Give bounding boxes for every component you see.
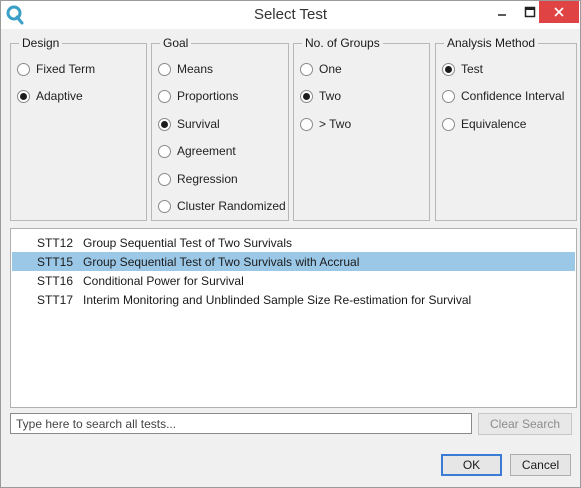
radio-button[interactable] [442,117,455,131]
radio-button[interactable] [158,62,171,76]
test-name: Group Sequential Test of Two Survivals [83,235,293,250]
test-list[interactable]: STT12 Group Sequential Test of Two Survi… [10,228,577,408]
radio-button[interactable] [300,62,313,76]
list-item-stt15[interactable]: STT15 Group Sequential Test of Two Survi… [12,252,575,271]
radio-label: Adaptive [36,89,83,103]
groups-option-one[interactable]: One [300,60,342,78]
radio-label: Confidence Interval [461,89,565,103]
goal-option-cluster-randomized[interactable]: Cluster Randomized [158,197,286,215]
radio-button[interactable] [158,117,171,131]
close-icon [554,7,564,17]
number-of-groups-group: No. of Groups One Two > Two [293,35,430,221]
radio-label: > Two [319,117,352,131]
radio-button[interactable] [158,172,171,186]
clear-search-button[interactable]: Clear Search [478,413,572,435]
radio-button[interactable] [158,89,171,103]
goal-option-means[interactable]: Means [158,60,213,78]
radio-label: Two [319,89,342,103]
radio-label: Fixed Term [36,62,96,76]
search-input[interactable] [10,413,472,434]
radio-button[interactable] [158,199,171,213]
test-name: Group Sequential Test of Two Survivals w… [83,254,360,269]
goal-option-survival[interactable]: Survival [158,115,220,133]
radio-button[interactable] [17,89,30,103]
goal-option-regression[interactable]: Regression [158,170,238,188]
number-of-groups-title: No. of Groups [302,35,383,51]
radio-button[interactable] [442,62,455,76]
test-name: Interim Monitoring and Unblinded Sample … [83,292,472,307]
radio-label: Equivalence [461,117,527,131]
radio-label: Test [461,62,484,76]
groups-option-more-than-two[interactable]: > Two [300,115,351,133]
radio-button[interactable] [158,144,171,158]
test-code: STT16 [37,273,74,288]
test-code: STT12 [37,235,74,250]
minimize-icon [498,14,506,16]
analysis-option-confidence-interval[interactable]: Confidence Interval [442,87,564,105]
select-test-dialog: Select Test Design Fixed Term Adaptive G… [0,0,581,488]
test-code: STT17 [37,292,74,307]
cancel-button[interactable]: Cancel [510,454,571,476]
radio-label: Means [177,62,214,76]
goal-option-agreement[interactable]: Agreement [158,142,236,160]
radio-button[interactable] [17,62,30,76]
design-option-fixed-term[interactable]: Fixed Term [17,60,95,78]
radio-label: Proportions [177,89,239,103]
analysis-method-group: Analysis Method Test Confidence Interval… [435,35,577,221]
close-button[interactable] [539,1,579,23]
list-item-stt16[interactable]: STT16 Conditional Power for Survival [12,271,575,290]
radio-button[interactable] [300,117,313,131]
list-item-stt12[interactable]: STT12 Group Sequential Test of Two Survi… [12,233,575,252]
radio-label: One [319,62,342,76]
title-bar: Select Test [1,1,580,29]
radio-label: Agreement [177,144,236,158]
radio-label: Regression [177,172,238,186]
test-code: STT15 [37,254,74,269]
maximize-icon [524,6,536,18]
groups-option-two[interactable]: Two [300,87,341,105]
design-group: Design Fixed Term Adaptive [10,35,147,221]
design-group-title: Design [19,35,63,51]
minimize-button[interactable] [487,1,517,23]
radio-button[interactable] [442,89,455,103]
design-option-adaptive[interactable]: Adaptive [17,87,83,105]
analysis-option-test[interactable]: Test [442,60,483,78]
goal-group-title: Goal [160,35,192,51]
analysis-option-equivalence[interactable]: Equivalence [442,115,526,133]
radio-label: Survival [177,117,220,131]
test-name: Conditional Power for Survival [83,273,244,288]
radio-button[interactable] [300,89,313,103]
analysis-method-title: Analysis Method [444,35,539,51]
list-item-stt17[interactable]: STT17 Interim Monitoring and Unblinded S… [12,290,575,309]
goal-option-proportions[interactable]: Proportions [158,87,238,105]
ok-button[interactable]: OK [441,454,502,476]
radio-label: Cluster Randomized [177,199,286,213]
goal-group: Goal Means Proportions Survival Agreemen… [151,35,289,221]
